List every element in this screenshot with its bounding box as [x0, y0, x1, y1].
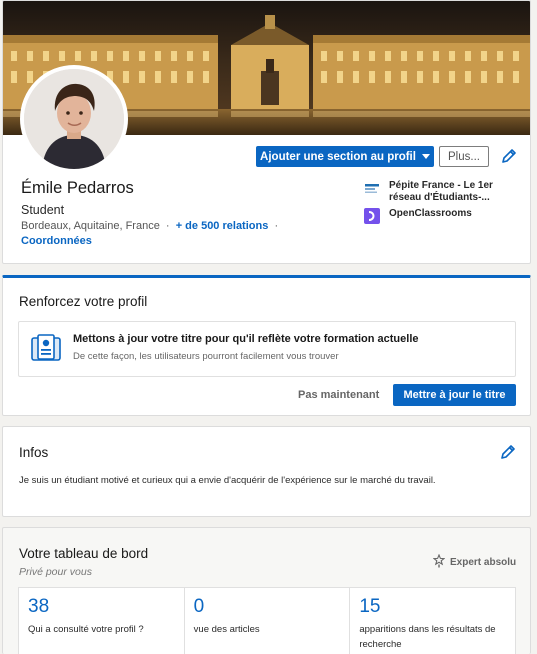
organization-openclassrooms[interactable]: OpenClassrooms	[364, 208, 519, 224]
profile-card: Ajouter une section au profil Plus... Ém…	[2, 0, 531, 264]
caret-down-icon	[421, 154, 430, 159]
about-card: Infos Je suis un étudiant motivé et curi…	[2, 426, 531, 517]
edit-about-pencil-icon[interactable]	[500, 444, 516, 465]
about-text: Je suis un étudiant motivé et curieux qu…	[19, 475, 436, 486]
stat-search-appearances[interactable]: 15 apparitions dans les résultats de rec…	[350, 588, 515, 654]
contact-info-link[interactable]: Coordonnées	[21, 235, 92, 247]
update-headline-button[interactable]: Mettre à jour le titre	[393, 384, 516, 406]
stat-value: 0	[193, 596, 205, 617]
strengthen-title: Renforcez votre profil	[19, 294, 148, 309]
profile-avatar[interactable]	[20, 65, 128, 173]
stat-profile-views[interactable]: 38 Qui a consulté votre profil ?	[19, 588, 185, 654]
more-button[interactable]: Plus...	[439, 146, 489, 167]
profile-headline: Student	[21, 203, 65, 217]
openclassrooms-logo-icon	[364, 208, 380, 224]
edit-intro-pencil-icon[interactable]	[501, 148, 517, 169]
connections-link[interactable]: + de 500 relations	[176, 220, 269, 232]
stat-article-views[interactable]: 0 vue des articles	[185, 588, 351, 654]
stat-value: 38	[28, 596, 50, 617]
about-title: Infos	[19, 445, 49, 460]
suggestion-text: De cette façon, les utilisateurs pourron…	[73, 351, 339, 362]
stat-label: vue des articles	[193, 624, 260, 635]
expert-badge-label: Expert absolu	[450, 557, 517, 568]
add-section-label: Ajouter une section au profil	[260, 150, 416, 163]
pepite-logo-icon	[364, 180, 380, 196]
add-profile-section-button[interactable]: Ajouter une section au profil	[256, 146, 434, 167]
profile-meta: Bordeaux, Aquitaine, France · + de 500 r…	[21, 220, 279, 232]
stat-label: apparitions dans les résultats de recher…	[359, 624, 496, 650]
stat-value: 15	[359, 596, 381, 617]
strengthen-profile-card: Renforcez votre profil Mettons à jour vo…	[2, 275, 531, 416]
organization-name: OpenClassrooms	[389, 208, 472, 219]
organization-pepite[interactable]: Pépite France - Le 1er réseau d'Étudiant…	[364, 180, 519, 204]
dashboard-title: Votre tableau de bord	[19, 546, 149, 561]
not-now-button[interactable]: Pas maintenant	[298, 389, 379, 401]
expert-badge: Expert absolu	[432, 553, 517, 571]
dashboard-subtitle: Privé pour vous	[19, 566, 92, 578]
star-badge-icon	[432, 553, 446, 571]
suggestion-title: Mettons à jour votre titre pour qu'il re…	[73, 333, 419, 345]
organization-name: Pépite France - Le 1er réseau d'Étudiant…	[389, 180, 493, 203]
profile-location: Bordeaux, Aquitaine, France	[21, 220, 160, 232]
id-card-icon	[29, 333, 63, 368]
profile-name: Émile Pedarros	[21, 179, 134, 197]
dashboard-card: Votre tableau de bord Privé pour vous Ex…	[2, 527, 531, 654]
headline-suggestion: Mettons à jour votre titre pour qu'il re…	[18, 321, 516, 377]
stat-label: Qui a consulté votre profil ?	[28, 624, 144, 635]
dashboard-stats: 38 Qui a consulté votre profil ? 0 vue d…	[18, 587, 516, 654]
